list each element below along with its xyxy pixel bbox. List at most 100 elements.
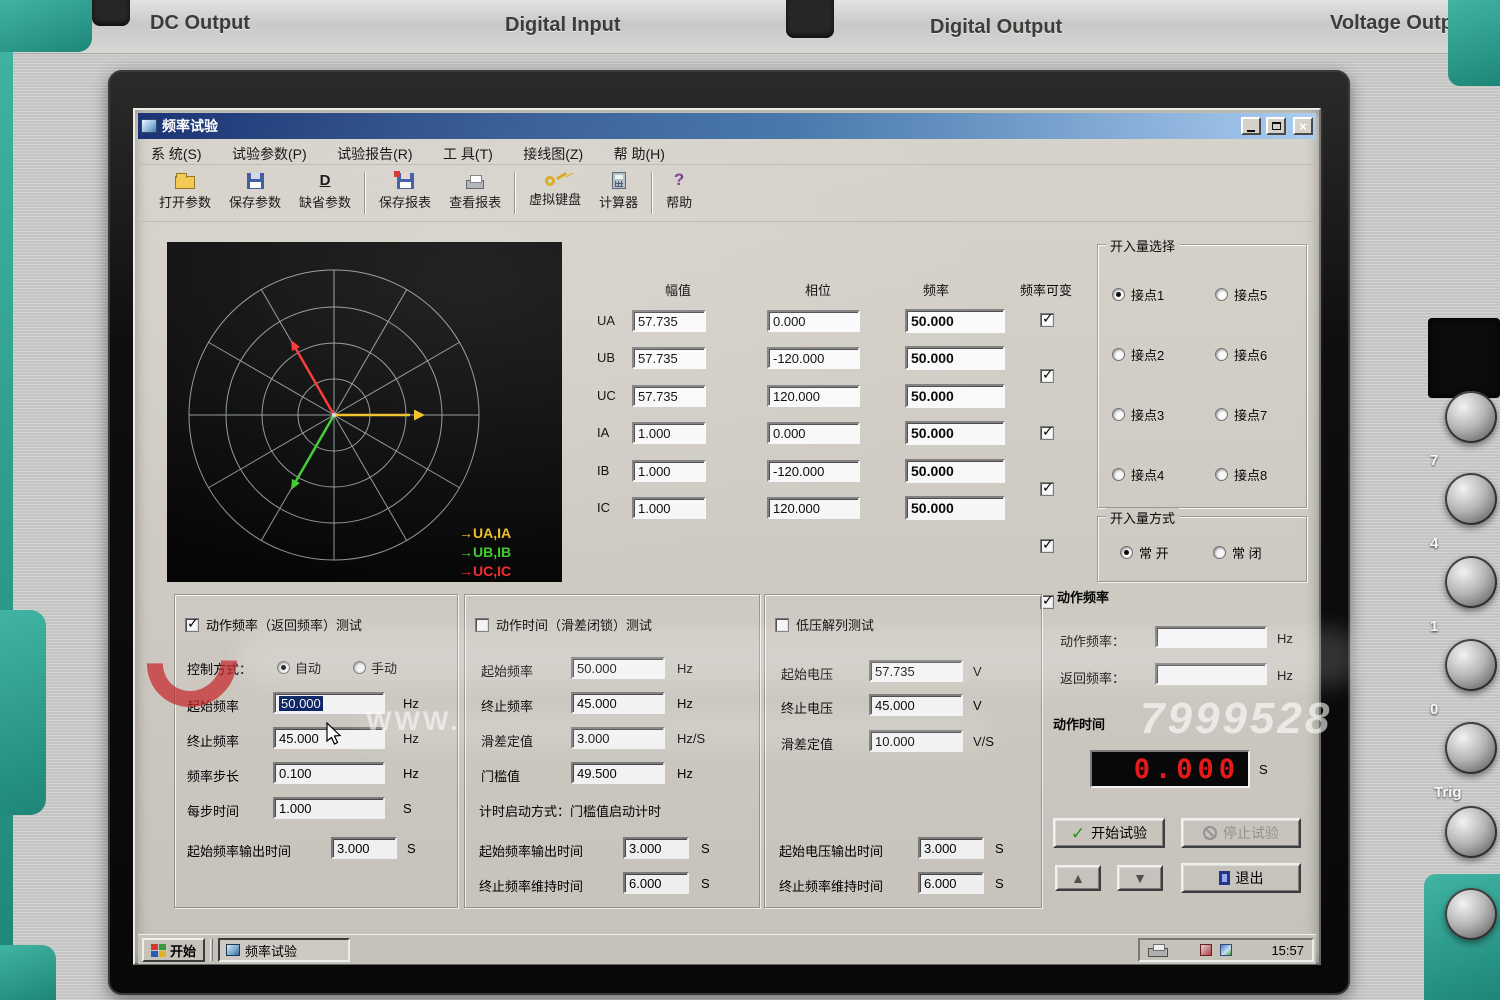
amplitude-input[interactable]: 1.000: [632, 422, 706, 444]
frequency-input[interactable]: 50.000: [905, 496, 1005, 520]
task-button-frequency-test[interactable]: 频率试验: [218, 938, 350, 962]
clock: 15:57: [1271, 943, 1304, 958]
slip-setting-input[interactable]: 10.000: [869, 730, 963, 752]
freq-variable-checkbox[interactable]: [1040, 539, 1054, 553]
contact-8-radio[interactable]: 接点8: [1215, 465, 1267, 484]
cable-clamp: [786, 0, 834, 38]
device-display-window: [1428, 318, 1500, 398]
auto-radio[interactable]: 自动: [277, 658, 321, 677]
printer-icon[interactable]: [1148, 948, 1168, 957]
help-button[interactable]: 帮助: [657, 166, 701, 213]
phase-input[interactable]: 120.000: [767, 497, 860, 519]
contact-3-radio[interactable]: 接点3: [1112, 405, 1164, 424]
amplitude-input[interactable]: 57.735: [632, 385, 706, 407]
title-bar: 频率试验: [138, 113, 1316, 139]
contact-7-radio[interactable]: 接点7: [1215, 405, 1267, 424]
up-button[interactable]: [1055, 865, 1101, 891]
freq-variable-checkbox[interactable]: [1040, 369, 1054, 383]
stop-test-button[interactable]: 停止试验: [1181, 818, 1301, 848]
threshold-input[interactable]: 49.500: [571, 762, 665, 784]
amplitude-input[interactable]: 57.735: [632, 347, 706, 369]
tray-icon[interactable]: [1220, 944, 1232, 956]
freq-variable-checkbox[interactable]: [1040, 595, 1054, 609]
frequency-input[interactable]: 50.000: [905, 384, 1005, 408]
contact-1-radio[interactable]: 接点1: [1112, 285, 1164, 304]
phase-input[interactable]: -120.000: [767, 460, 860, 482]
maximize-button[interactable]: [1266, 117, 1286, 135]
contact-5-radio[interactable]: 接点5: [1215, 285, 1267, 304]
calculator-button[interactable]: 计算器: [590, 166, 647, 213]
phase-input[interactable]: -120.000: [767, 347, 860, 369]
tray-icon[interactable]: [1200, 944, 1212, 956]
close-button[interactable]: [1293, 117, 1313, 135]
end-freq-hold-time-input[interactable]: 6.000: [623, 872, 689, 894]
step-time-input[interactable]: 1.000: [273, 797, 385, 819]
help-icon: [674, 171, 684, 189]
end-voltage-input[interactable]: 45.000: [869, 694, 963, 716]
menu-wiring-diagram[interactable]: 接线图(Z): [510, 139, 596, 169]
screen: 频率试验 系 统(S) 试验参数(P) 试验报告(R) 工 具(T) 接线图(Z…: [133, 108, 1321, 965]
time-test-panel: 动作时间（滑差闭锁）测试 起始频率 50.000 Hz 终止频率 45.000 …: [464, 594, 760, 908]
lv-test-enable-checkbox[interactable]: 低压解列测试: [775, 615, 874, 634]
freq-test-enable-checkbox[interactable]: 动作频率（返回频率）测试: [185, 615, 362, 634]
manual-radio[interactable]: 手动: [353, 658, 397, 677]
frequency-input[interactable]: 50.000: [905, 309, 1005, 333]
start-frequency-input[interactable]: 50.000: [273, 692, 385, 714]
view-report-icon: [466, 180, 484, 189]
freq-test-panel: 动作频率（返回频率）测试 控制方式： 自动 手动 起始频率 50.000 Hz …: [174, 594, 458, 908]
action-time-header: 动作时间: [1053, 714, 1105, 733]
save-params-button[interactable]: 保存参数: [220, 166, 290, 213]
contact-4-radio[interactable]: 接点4: [1112, 465, 1164, 484]
menu-help[interactable]: 帮 助(H): [601, 139, 678, 169]
end-frequency-input[interactable]: 45.000: [571, 692, 665, 714]
time-test-enable-checkbox[interactable]: 动作时间（滑差闭锁）测试: [475, 615, 652, 634]
normally-closed-radio[interactable]: 常 闭: [1213, 543, 1262, 562]
virtual-keyboard-button[interactable]: 虚拟键盘: [520, 166, 590, 210]
save-report-icon: [397, 173, 414, 189]
open-params-button[interactable]: 打开参数: [150, 166, 220, 213]
panel-label-dc-output: DC Output: [150, 12, 250, 35]
freq-variable-checkbox[interactable]: [1040, 482, 1054, 496]
down-button[interactable]: [1117, 865, 1163, 891]
menu-system[interactable]: 系 统(S): [138, 139, 215, 169]
start-voltage-input[interactable]: 57.735: [869, 660, 963, 682]
contact-6-radio[interactable]: 接点6: [1215, 345, 1267, 364]
default-params-button[interactable]: 缺省参数: [290, 166, 360, 213]
slip-setting-input[interactable]: 3.000: [571, 727, 665, 749]
amplitude-input[interactable]: 1.000: [632, 497, 706, 519]
frequency-input[interactable]: 50.000: [905, 421, 1005, 445]
taskbar-divider: [210, 939, 213, 961]
start-frequency-input[interactable]: 50.000: [571, 657, 665, 679]
frequency-input[interactable]: 50.000: [905, 459, 1005, 483]
phase-input[interactable]: 120.000: [767, 385, 860, 407]
unit-label: Hz: [403, 731, 419, 746]
toolbar: 打开参数 保存参数 缺省参数 保存报表 查看报表 虚拟键盘 计算器 帮助: [138, 166, 1316, 222]
amplitude-input[interactable]: 1.000: [632, 460, 706, 482]
contact-2-radio[interactable]: 接点2: [1112, 345, 1164, 364]
menu-test-params[interactable]: 试验参数(P): [219, 139, 320, 169]
start-freq-output-time-input[interactable]: 3.000: [623, 837, 689, 859]
phase-input[interactable]: 0.000: [767, 422, 860, 444]
start-freq-output-time-input[interactable]: 3.000: [331, 837, 397, 859]
menu-tools[interactable]: 工 具(T): [430, 139, 506, 169]
normally-open-radio[interactable]: 常 开: [1120, 543, 1169, 562]
start-voltage-output-time-input[interactable]: 3.000: [918, 837, 984, 859]
exit-button[interactable]: 退出: [1181, 863, 1301, 893]
minimize-button[interactable]: [1241, 117, 1261, 135]
knob-label-7: 7: [1430, 452, 1438, 469]
menu-test-report[interactable]: 试验报告(R): [324, 139, 425, 169]
frequency-step-input[interactable]: 0.100: [273, 762, 385, 784]
field-label: 频率步长: [187, 766, 239, 785]
frequency-input[interactable]: 50.000: [905, 346, 1005, 370]
field-label: 滑差定值: [781, 734, 833, 753]
view-report-button[interactable]: 查看报表: [440, 166, 510, 213]
end-freq-hold-time-input[interactable]: 6.000: [918, 872, 984, 894]
phase-input[interactable]: 0.000: [767, 310, 860, 332]
freq-variable-checkbox[interactable]: [1040, 426, 1054, 440]
save-report-button[interactable]: 保存报表: [370, 166, 440, 213]
freq-variable-checkbox[interactable]: [1040, 313, 1054, 327]
start-menu-button[interactable]: 开始: [142, 938, 205, 962]
panel-label-digital-output: Digital Output: [930, 16, 1062, 39]
amplitude-input[interactable]: 57.735: [632, 310, 706, 332]
start-test-button[interactable]: 开始试验: [1053, 818, 1165, 848]
